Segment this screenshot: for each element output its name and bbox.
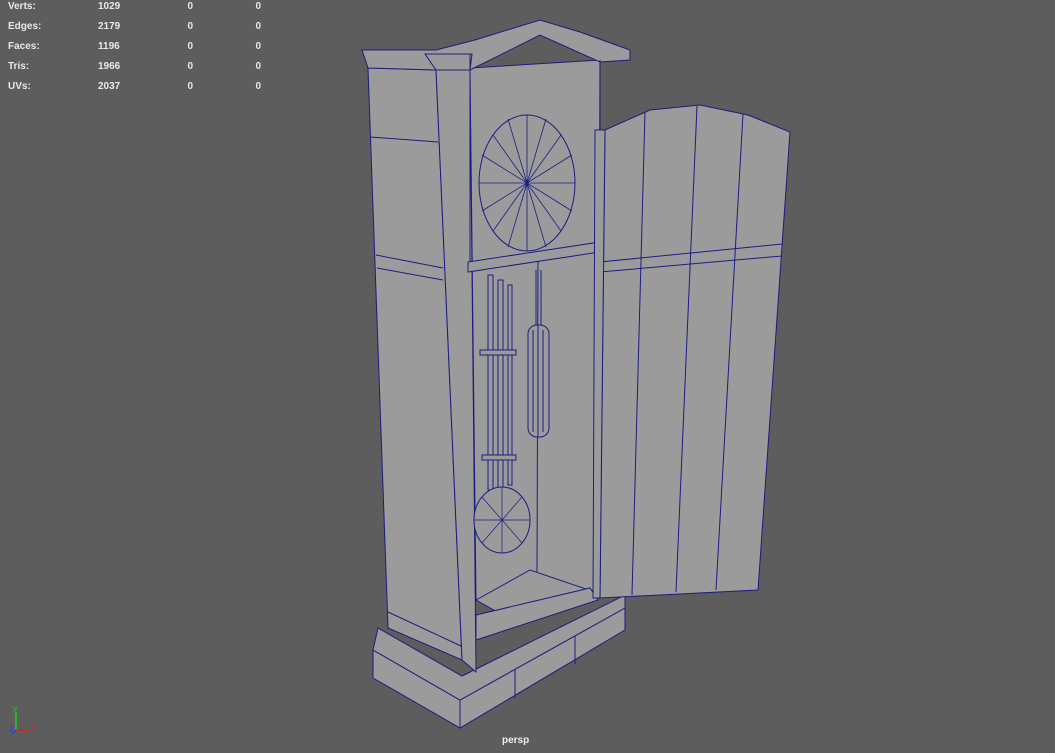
hud-total: 1196 — [98, 41, 120, 52]
hud-uv: 0 — [255, 61, 261, 72]
hud-row-faces: Faces: 1196 0 0 — [8, 41, 261, 61]
hud-selected: 0 — [187, 61, 193, 72]
hud-total: 2179 — [98, 21, 121, 32]
hud-row-tris: Tris: 1966 0 0 — [8, 61, 261, 81]
hud-uv: 0 — [255, 1, 261, 12]
hud-uv: 0 — [255, 21, 261, 32]
hud-label: Faces: — [8, 41, 40, 52]
3d-viewport[interactable] — [0, 0, 1055, 753]
hud-uv: 0 — [255, 41, 261, 52]
hud-total: 1029 — [98, 1, 121, 12]
hud-uv: 0 — [255, 81, 261, 92]
axis-x-label: x — [31, 722, 35, 731]
hud-selected: 0 — [187, 1, 193, 12]
hud-selected: 0 — [187, 21, 193, 32]
hud-total: 2037 — [98, 81, 121, 92]
camera-name-label: persp — [502, 735, 530, 746]
hud-label: Edges: — [8, 21, 42, 32]
hud-row-verts: Verts: 1029 0 0 — [8, 1, 261, 21]
hud-label: Tris: — [8, 61, 30, 72]
grandfather-clock-mesh — [361, 19, 791, 729]
view-axis-gizmo: y x z — [9, 704, 35, 735]
axis-z-label: z — [9, 724, 13, 733]
poly-count-hud: Verts: 1029 0 0 Edges: 2179 0 0 Faces: 1196 0 0 T… — [8, 1, 261, 101]
axis-y-label: y — [13, 704, 17, 713]
hud-selected: 0 — [187, 81, 193, 92]
hud-label: UVs: — [8, 81, 31, 92]
hud-selected: 0 — [187, 41, 193, 52]
hud-row-edges: Edges: 2179 0 0 — [8, 21, 261, 41]
hud-label: Verts: — [8, 1, 36, 12]
hud-total: 1966 — [98, 61, 121, 72]
hud-row-uvs: UVs: 2037 0 0 — [8, 81, 261, 101]
